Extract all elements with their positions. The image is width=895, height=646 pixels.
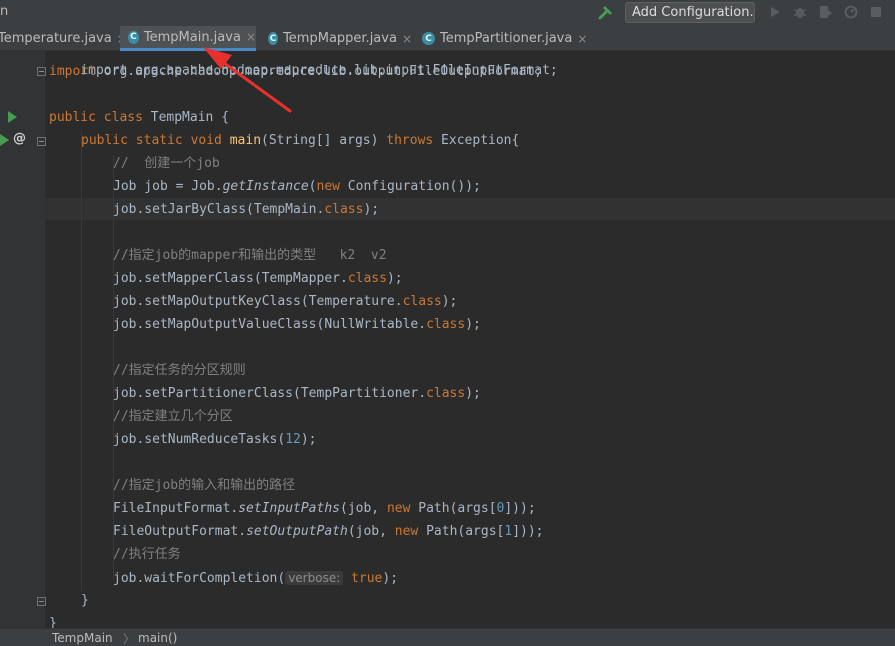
breadcrumb-class[interactable]: TempMain (52, 631, 113, 645)
java-class-icon: C (422, 32, 435, 45)
indent-guide (81, 131, 82, 591)
run-class-icon[interactable] (8, 111, 17, 123)
parameter-hint: verbose: (285, 571, 344, 585)
tab-label: Temperature.java (0, 31, 112, 46)
tab-label: TempMain.java (143, 29, 241, 45)
editor-gutter: @ (0, 51, 46, 628)
add-configuration-button[interactable]: Add Configuration... (625, 2, 755, 23)
code-comment: //指定任务的分区规则 (113, 363, 246, 378)
code-editor[interactable]: import org.apache.hadoop.mapreduce.lib.i… (45, 51, 895, 628)
breadcrumb-separator: 〉 (123, 632, 136, 646)
run-icon[interactable] (767, 4, 783, 20)
code-line: FileInputFormat.setInputPaths(job, new P… (113, 501, 536, 516)
stop-icon[interactable] (868, 4, 884, 20)
close-icon[interactable]: × (577, 32, 587, 46)
breadcrumb-bar: TempMain 〉 main() (0, 628, 895, 646)
code-line: job.setNumReduceTasks(12); (113, 432, 317, 447)
close-icon[interactable]: × (246, 30, 256, 44)
java-class-icon: C (268, 32, 279, 45)
tab-temppartitioner[interactable]: C TempPartitioner.java × (414, 26, 594, 51)
coverage-icon[interactable] (817, 4, 833, 20)
main-toolbar: n Add Configuration... (0, 0, 895, 26)
tab-label: TempPartitioner.java (440, 31, 573, 46)
editor-tab-bar: Temperature.java × C TempMain.java × C T… (0, 26, 895, 51)
code-line: job.setPartitionerClass(TempPartitioner.… (113, 386, 481, 401)
code-line: job.setMapOutputValueClass(NullWritable.… (113, 317, 481, 332)
code-line: job.waitForCompletion(verbose: true); (113, 571, 399, 586)
override-marker-icon: @ (13, 131, 26, 146)
code-line-class-decl: public class TempMain { (49, 110, 230, 125)
run-main-icon[interactable] (0, 134, 9, 146)
code-comment: //执行任务 (113, 547, 181, 562)
code-comment: //指定job的mapper和输出的类型 k2 v2 (113, 248, 387, 263)
breadcrumb-method[interactable]: main() (138, 631, 177, 645)
code-line: FileOutputFormat.setOutputPath(job, new … (113, 524, 544, 539)
code-line: job.setJarByClass(TempMain.class); (113, 202, 380, 217)
code-comment: //指定建立几个分区 (113, 409, 233, 424)
close-icon[interactable]: × (402, 32, 412, 46)
code-line-import-output: import org.apache.hadoop.mapreduce.lib.o… (49, 64, 543, 79)
code-line: Job job = Job.getInstance(new Configurat… (113, 179, 481, 194)
code-line-import-input: import org.apache.hadoop.mapreduce.lib.i… (80, 63, 558, 78)
code-comment: // 创建一个job (113, 156, 220, 171)
nav-bar-fragment[interactable]: n (0, 4, 8, 19)
code-line-close-class: } (49, 616, 57, 628)
tab-tempmapper[interactable]: C TempMapper.java × (260, 26, 412, 51)
profile-icon[interactable] (843, 4, 859, 20)
code-line-close-method: } (81, 593, 89, 608)
java-class-icon: C (128, 30, 139, 44)
tab-tempmain[interactable]: C TempMain.java × (120, 26, 256, 51)
code-comment: //指定job的输入和输出的路径 (113, 478, 296, 493)
hammer-icon[interactable] (597, 3, 615, 21)
code-line-main-decl: public static void main(String[] args) t… (81, 133, 520, 148)
code-line: job.setMapOutputKeyClass(Temperature.cla… (113, 294, 458, 309)
code-line: job.setMapperClass(TempMapper.class); (113, 271, 403, 286)
tab-label: TempMapper.java (283, 31, 397, 46)
debug-icon[interactable] (792, 4, 808, 20)
tab-temperature[interactable]: Temperature.java × (0, 26, 127, 51)
